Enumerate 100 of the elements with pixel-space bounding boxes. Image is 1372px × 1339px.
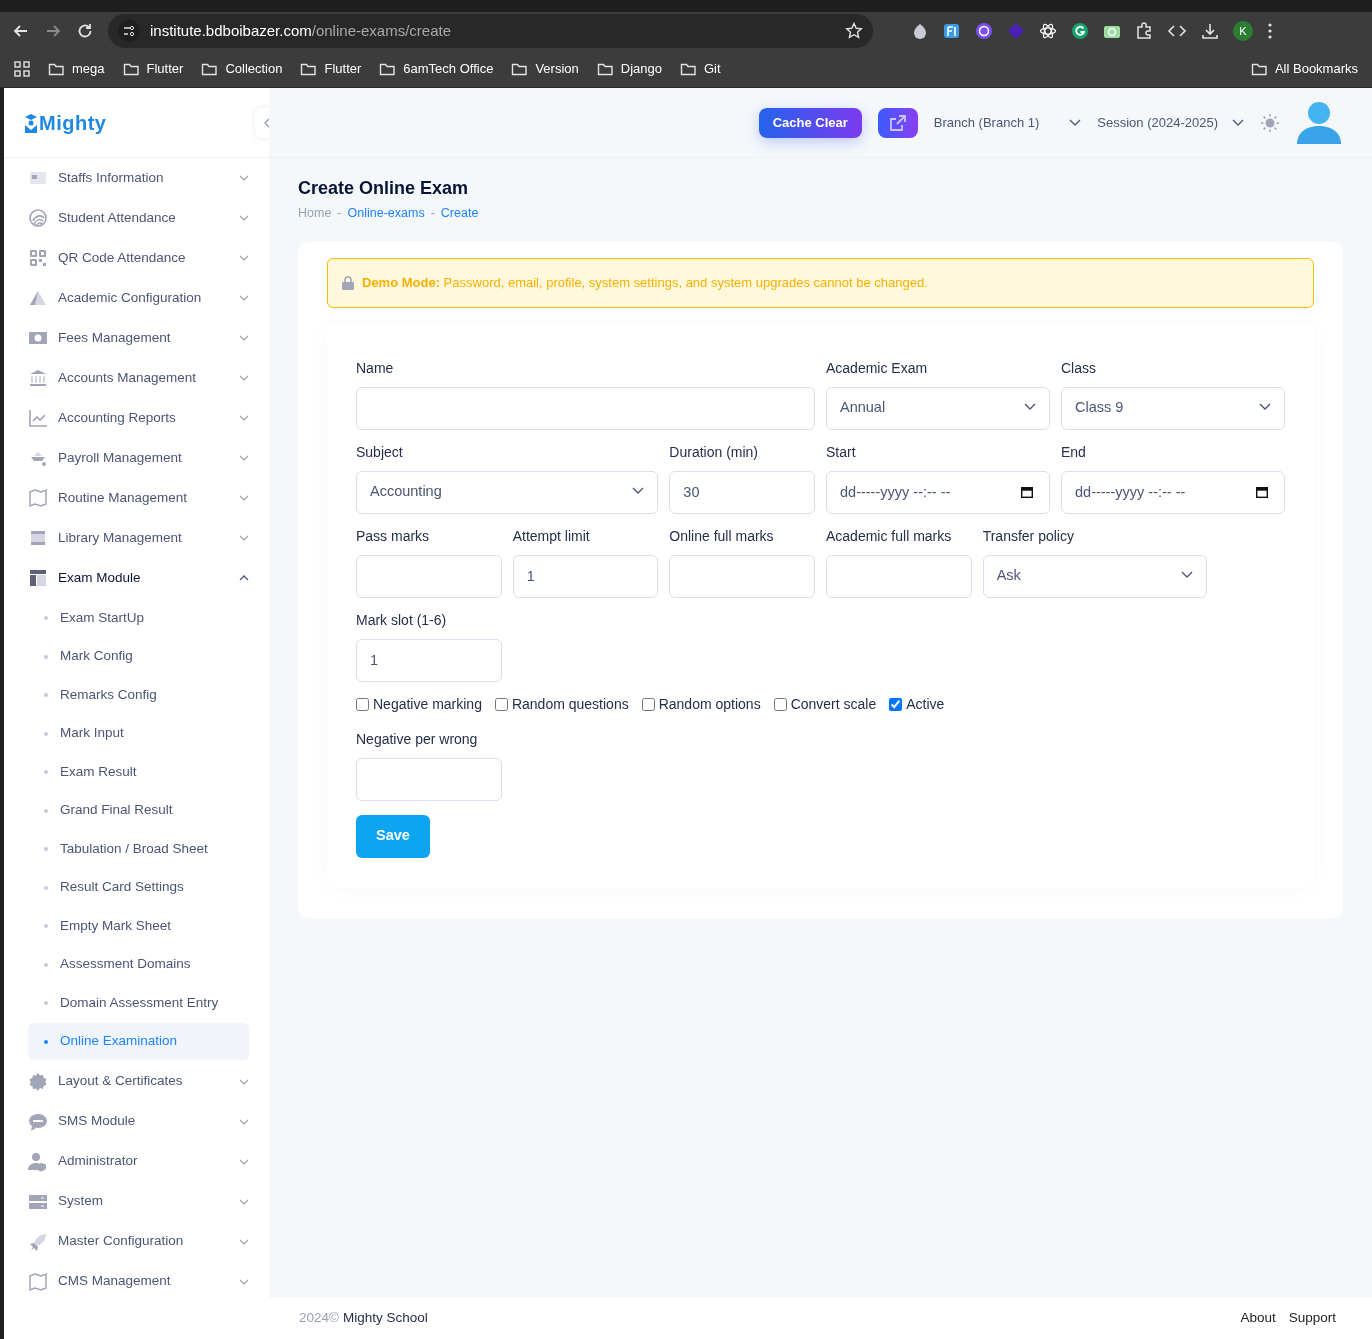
checkbox-label: Negative marking — [373, 694, 482, 714]
chevron-down-icon — [239, 295, 249, 301]
breadcrumb-link[interactable]: Online-exams — [347, 203, 425, 223]
sidebar-item[interactable]: Student Attendance — [28, 198, 249, 238]
submenu-item[interactable]: Assessment Domains — [28, 946, 249, 983]
sidebar-item[interactable]: Staffs Information — [28, 158, 249, 198]
field-label: Negative per wrong — [356, 729, 479, 749]
chevron-down-icon — [1259, 402, 1271, 410]
graduation-cap-icon — [24, 112, 38, 133]
sidebar-item[interactable]: Academic Configuration — [28, 278, 249, 318]
session-select[interactable]: Session (2024-2025) — [1097, 112, 1244, 133]
breadcrumb-separator: - — [430, 204, 435, 222]
sidebar-item[interactable]: Master Configuration — [28, 1221, 249, 1262]
footer-link[interactable]: Support — [1288, 1310, 1336, 1326]
user-avatar-icon[interactable] — [1296, 101, 1342, 144]
chevron-down-icon — [1232, 119, 1244, 126]
logo-text: Mighty — [39, 110, 107, 136]
select-field[interactable]: Class 9 — [1061, 386, 1285, 430]
bank-building-icon — [28, 368, 48, 388]
submenu-item[interactable]: Grand Final Result — [28, 792, 249, 829]
checkbox[interactable] — [889, 697, 903, 711]
sidebar-item[interactable]: Payroll Management — [28, 438, 249, 478]
sidebar-item[interactable]: Exam Module — [28, 558, 249, 598]
submenu-item[interactable]: Mark Config — [28, 638, 249, 675]
checkbox[interactable] — [641, 697, 655, 711]
chevron-down-icon — [239, 255, 249, 261]
submenu-item[interactable]: Tabulation / Broad Sheet — [28, 830, 249, 868]
sidebar-item[interactable]: Fees Management — [28, 318, 249, 358]
sidebar-item[interactable]: Administrator — [28, 1141, 249, 1182]
copyright-text: 2024© — [299, 1310, 339, 1326]
sidebar-item[interactable]: Accounting Reports — [28, 398, 249, 438]
select-field[interactable]: Ask — [982, 554, 1207, 598]
cache-clear-button[interactable]: Cache Clear — [758, 107, 862, 138]
select-field[interactable]: Annual — [826, 386, 1050, 430]
sidebar-item[interactable]: CMS Management — [28, 1261, 249, 1302]
more-icon[interactable] — [1267, 22, 1273, 40]
datetime-field[interactable]: dd-----yyyy --:-- -- — [826, 470, 1050, 514]
g-circle-icon[interactable] — [1071, 22, 1089, 40]
bookmark[interactable]: Django — [596, 58, 662, 79]
field-label: Name — [356, 358, 395, 378]
checkbox[interactable] — [494, 697, 508, 711]
bookmark[interactable]: Flutter — [122, 58, 184, 79]
sidebar-item[interactable]: System — [28, 1181, 249, 1222]
profile-avatar[interactable]: K — [1233, 21, 1253, 41]
datetime-field[interactable]: dd-----yyyy --:-- -- — [1061, 470, 1285, 514]
checkbox[interactable] — [773, 697, 787, 711]
submenu-item[interactable]: Exam StartUp — [28, 599, 249, 637]
bookmark[interactable]: Git — [680, 58, 721, 79]
sidebar-item[interactable]: Layout & Certificates — [28, 1061, 249, 1102]
input-field[interactable] — [356, 757, 502, 801]
bookmark[interactable]: 6amTech Office — [379, 58, 494, 79]
input-field[interactable] — [826, 554, 972, 598]
footer-link[interactable]: About — [1240, 1310, 1276, 1326]
input-field[interactable] — [356, 386, 815, 430]
reload-icon[interactable] — [76, 22, 94, 40]
submenu-item[interactable]: Empty Mark Sheet — [28, 907, 249, 945]
calendar-icon[interactable] — [1256, 485, 1268, 498]
field-label: Attempt limit — [512, 526, 591, 546]
submenu-item[interactable]: Mark Input — [28, 715, 249, 752]
sidebar-item[interactable]: SMS Module — [28, 1101, 249, 1142]
layout-icon — [28, 568, 48, 588]
bookmark[interactable]: mega — [48, 58, 105, 79]
input-field[interactable]: 30 — [669, 470, 815, 514]
letter-tile-icon[interactable] — [943, 22, 961, 40]
input-field[interactable] — [356, 554, 502, 598]
calendar-icon[interactable] — [1021, 485, 1033, 498]
bookmark[interactable]: Version — [511, 58, 579, 79]
bookmark[interactable]: Collection — [201, 58, 283, 79]
droplet-icon[interactable] — [911, 22, 929, 40]
input-field[interactable] — [669, 554, 815, 598]
sidebar-item[interactable]: Library Management — [28, 518, 249, 558]
site-settings-icon[interactable] — [118, 20, 140, 42]
external-link-icon — [889, 114, 906, 131]
lock-icon — [342, 276, 354, 291]
sidebar-item[interactable]: Accounts Management — [28, 358, 249, 398]
field-label: Duration (min) — [669, 442, 760, 462]
branch-select[interactable]: Branch (Branch 1) — [933, 112, 1082, 133]
input-field[interactable]: 1 — [356, 638, 502, 682]
submenu-item[interactable]: Domain Assessment Entry — [28, 984, 249, 1022]
open-site-button[interactable] — [877, 107, 918, 138]
field-label: Class — [1061, 358, 1097, 378]
submenu-item[interactable]: Remarks Config — [28, 676, 249, 714]
puzzle-icon[interactable] — [1135, 22, 1153, 40]
submenu-item[interactable]: Result Card Settings — [28, 869, 249, 906]
download-icon[interactable] — [1201, 22, 1219, 40]
star-icon[interactable] — [845, 22, 863, 40]
qr-code-icon — [28, 248, 48, 268]
checkbox[interactable] — [356, 697, 369, 711]
address-bar[interactable]: institute.bdboibazer.com/online-exams/create — [108, 14, 873, 48]
bookmark[interactable]: Flutter — [300, 58, 362, 79]
input-field[interactable]: 1 — [512, 554, 659, 598]
sidebar-item[interactable]: Routine Management — [28, 478, 249, 518]
atom-icon[interactable] — [1039, 22, 1057, 40]
select-field[interactable]: Accounting — [356, 470, 659, 514]
submenu-item[interactable]: Exam Result — [28, 753, 249, 791]
apps-grid-icon[interactable] — [14, 60, 30, 77]
breadcrumb-separator: - — [337, 204, 342, 222]
sidebar-item[interactable]: QR Code Attendance — [28, 238, 249, 278]
chevron-down-icon — [239, 495, 249, 501]
all-bookmarks[interactable]: All Bookmarks — [1250, 58, 1358, 79]
